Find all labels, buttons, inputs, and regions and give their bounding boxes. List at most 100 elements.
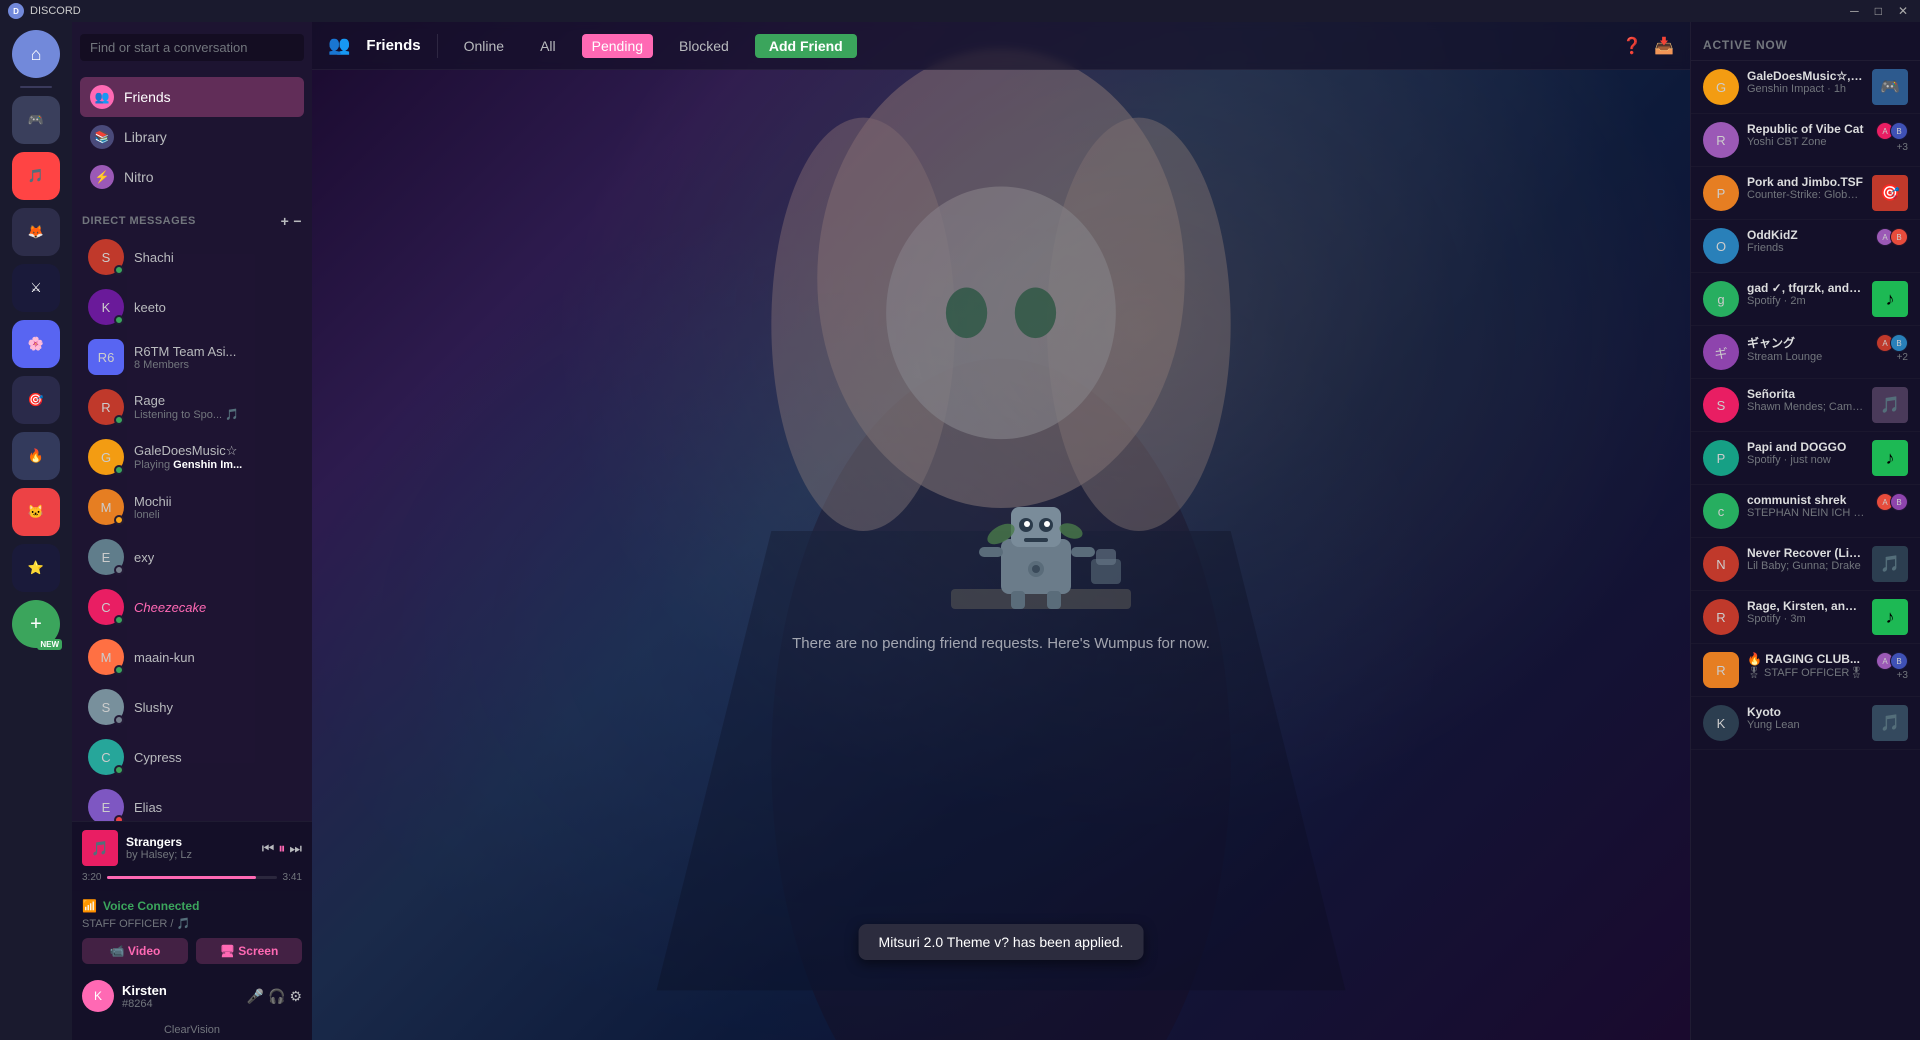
deafen-button[interactable]: 🎧 — [268, 988, 285, 1005]
server-icon-2[interactable]: 🎵 — [12, 152, 60, 200]
tab-pending[interactable]: Pending — [582, 34, 653, 58]
status-dot-cypress — [114, 765, 124, 775]
dm-name-cypress: Cypress — [134, 750, 182, 765]
prev-button[interactable]: ⏮ — [262, 840, 275, 857]
search-bar — [72, 22, 312, 73]
dm-info-mochii: Mochii loneli — [134, 494, 172, 521]
dm-item-gale[interactable]: G GaleDoesMusic☆ Playing Genshin Im... — [80, 433, 304, 481]
active-item-gad[interactable]: g gad ✓, tfqrzk, and 2 others Spotify · … — [1691, 273, 1920, 326]
inbox-icon[interactable]: 📥 — [1654, 36, 1674, 56]
active-info-gad: gad ✓, tfqrzk, and 2 others Spotify · 2m — [1747, 281, 1864, 307]
active-item-raging[interactable]: R 🔥 RAGING CLUB... 🎖 STAFF OFFICER🎖 A B … — [1691, 644, 1920, 697]
dm-sub-mochii: loneli — [134, 509, 172, 521]
tab-blocked[interactable]: Blocked — [669, 34, 739, 58]
dm-info-slushy: Slushy — [134, 700, 173, 715]
dm-item-elias[interactable]: E Elias — [80, 783, 304, 821]
progress-bar[interactable] — [107, 876, 276, 879]
nitro-icon: ⚡ — [90, 165, 114, 189]
dm-avatar-elias: E — [88, 789, 124, 821]
home-button[interactable]: ⌂ — [12, 30, 60, 78]
active-item-pork[interactable]: P Pork and Jimbo.TSF Counter-Strike: Glo… — [1691, 167, 1920, 220]
dm-item-mochii[interactable]: M Mochii loneli — [80, 483, 304, 531]
library-nav-item[interactable]: 📚 Library — [80, 117, 304, 157]
nitro-nav-item[interactable]: ⚡ Nitro — [80, 157, 304, 197]
active-item-papi[interactable]: P Papi and DOGGO Spotify · just now ♪ — [1691, 432, 1920, 485]
server-sidebar: ⌂ 🎮 🎵 🦊 ⚔ 🌸 🎯 🔥 🐱 ⭐ + NEW — [0, 22, 72, 1040]
dm-item-maain[interactable]: M maain-kun — [80, 633, 304, 681]
track-artist: by Halsey; Lz — [126, 849, 254, 861]
help-icon[interactable]: ❓ — [1622, 36, 1642, 56]
server-icon-6[interactable]: 🎯 — [12, 376, 60, 424]
dm-item-exy[interactable]: E exy — [80, 533, 304, 581]
dm-item-keeto[interactable]: K keeto — [80, 283, 304, 331]
title-bar: D DISCORD ─ □ ✕ — [0, 0, 1920, 22]
server-icon-7[interactable]: 🔥 — [12, 432, 60, 480]
dm-item-rage[interactable]: R Rage Listening to Spo... 🎵 — [80, 383, 304, 431]
active-name-papi: Papi and DOGGO — [1747, 440, 1864, 454]
friends-nav-item[interactable]: 👥 Friends — [80, 77, 304, 117]
video-button[interactable]: 📹 Video — [82, 938, 188, 964]
dm-name-gale: GaleDoesMusic☆ — [134, 443, 242, 459]
collapse-dm-button[interactable]: − — [293, 213, 302, 229]
active-detail-shrek: STEPHAN NEIN ICH STUDIERIE — [1747, 507, 1868, 519]
user-area: K Kirsten #8264 🎤 🎧 ⚙ — [72, 972, 312, 1020]
server-icon-3[interactable]: 🦊 — [12, 208, 60, 256]
active-name-senorita: Señorita — [1747, 387, 1864, 401]
next-button[interactable]: ⏭ — [289, 840, 302, 857]
active-item-oddkidz[interactable]: O OddKidZ Friends A B — [1691, 220, 1920, 273]
tab-all[interactable]: All — [530, 34, 566, 58]
active-info-raging: 🔥 RAGING CLUB... 🎖 STAFF OFFICER🎖 — [1747, 652, 1868, 679]
track-art: 🎵 — [82, 830, 118, 866]
active-name-never: Never Recover (Lil Baby & Gu... — [1747, 546, 1864, 560]
tab-online[interactable]: Online — [454, 34, 514, 58]
active-info-pork: Pork and Jimbo.TSF Counter-Strike: Globa… — [1747, 175, 1864, 201]
track-title: Strangers — [126, 835, 254, 849]
title-bar-left: D DISCORD — [8, 3, 81, 19]
maximize-button[interactable]: □ — [1871, 4, 1886, 18]
server-icon-8[interactable]: 🐱 — [12, 488, 60, 536]
active-info-papi: Papi and DOGGO Spotify · just now — [1747, 440, 1864, 466]
dm-item-r6tm[interactable]: R6 R6TM Team Asi... 8 Members — [80, 333, 304, 381]
dm-sub-gale: Playing Genshin Im... — [134, 459, 242, 471]
active-item-rage-kirsten[interactable]: R Rage, Kirsten, and 3 others Spotify · … — [1691, 591, 1920, 644]
server-icon-5[interactable]: 🌸 — [12, 320, 60, 368]
active-item-gale[interactable]: G GaleDoesMusic☆, Axer_ite, ... Genshin … — [1691, 61, 1920, 114]
add-dm-button[interactable]: + — [281, 213, 290, 229]
dm-item-cypress[interactable]: C Cypress — [80, 733, 304, 781]
dm-item-slushy[interactable]: S Slushy — [80, 683, 304, 731]
server-icon-4[interactable]: ⚔ — [12, 264, 60, 312]
active-item-senorita[interactable]: S Señorita Shawn Mendes; Camila Cabello … — [1691, 379, 1920, 432]
active-item-gang[interactable]: ギ ギャング Stream Lounge A B +2 — [1691, 326, 1920, 379]
window-controls[interactable]: ─ □ ✕ — [1846, 4, 1912, 18]
active-item-republic[interactable]: R Republic of Vibe Cat Yoshi CBT Zone A … — [1691, 114, 1920, 167]
screen-button[interactable]: 🖥 Screen — [196, 938, 302, 964]
active-item-shrek[interactable]: c communist shrek STEPHAN NEIN ICH STUDI… — [1691, 485, 1920, 538]
dm-name-maain: maain-kun — [134, 650, 195, 665]
active-thumb-senorita: 🎵 — [1872, 387, 1908, 423]
active-item-never[interactable]: N Never Recover (Lil Baby & Gu... Lil Ba… — [1691, 538, 1920, 591]
close-button[interactable]: ✕ — [1894, 4, 1912, 18]
dm-avatar-shachi: S — [88, 239, 124, 275]
minimize-button[interactable]: ─ — [1846, 4, 1863, 18]
dm-name-mochii: Mochii — [134, 494, 172, 509]
discord-logo: D — [8, 3, 24, 19]
play-pause-button[interactable]: ⏸ — [278, 840, 285, 857]
active-name-gad: gad ✓, tfqrzk, and 2 others — [1747, 281, 1864, 295]
server-icon-9[interactable]: ⭐ — [12, 544, 60, 592]
mute-button[interactable]: 🎤 — [247, 988, 264, 1005]
settings-button[interactable]: ⚙ — [289, 988, 302, 1005]
active-item-kyoto[interactable]: K Kyoto Yung Lean 🎵 — [1691, 697, 1920, 750]
dm-item-cheezecake[interactable]: C Cheezecake — [80, 583, 304, 631]
search-input[interactable] — [80, 34, 304, 61]
dm-item-shachi[interactable]: S Shachi — [80, 233, 304, 281]
active-thumb-kyoto: 🎵 — [1872, 705, 1908, 741]
active-info-gale: GaleDoesMusic☆, Axer_ite, ... Genshin Im… — [1747, 69, 1864, 95]
active-thumb-oddkidz: A B — [1876, 228, 1908, 246]
dm-name-elias: Elias — [134, 800, 162, 815]
add-friend-button[interactable]: Add Friend — [755, 34, 857, 58]
playback-controls[interactable]: ⏮ ⏸ ⏭ — [262, 840, 302, 857]
friends-title: Friends — [366, 37, 420, 54]
now-playing-bar: 🎵 Strangers by Halsey; Lz ⏮ ⏸ ⏭ 3:20 3:4… — [72, 821, 312, 891]
server-icon-1[interactable]: 🎮 — [12, 96, 60, 144]
status-dot-slushy — [114, 715, 124, 725]
